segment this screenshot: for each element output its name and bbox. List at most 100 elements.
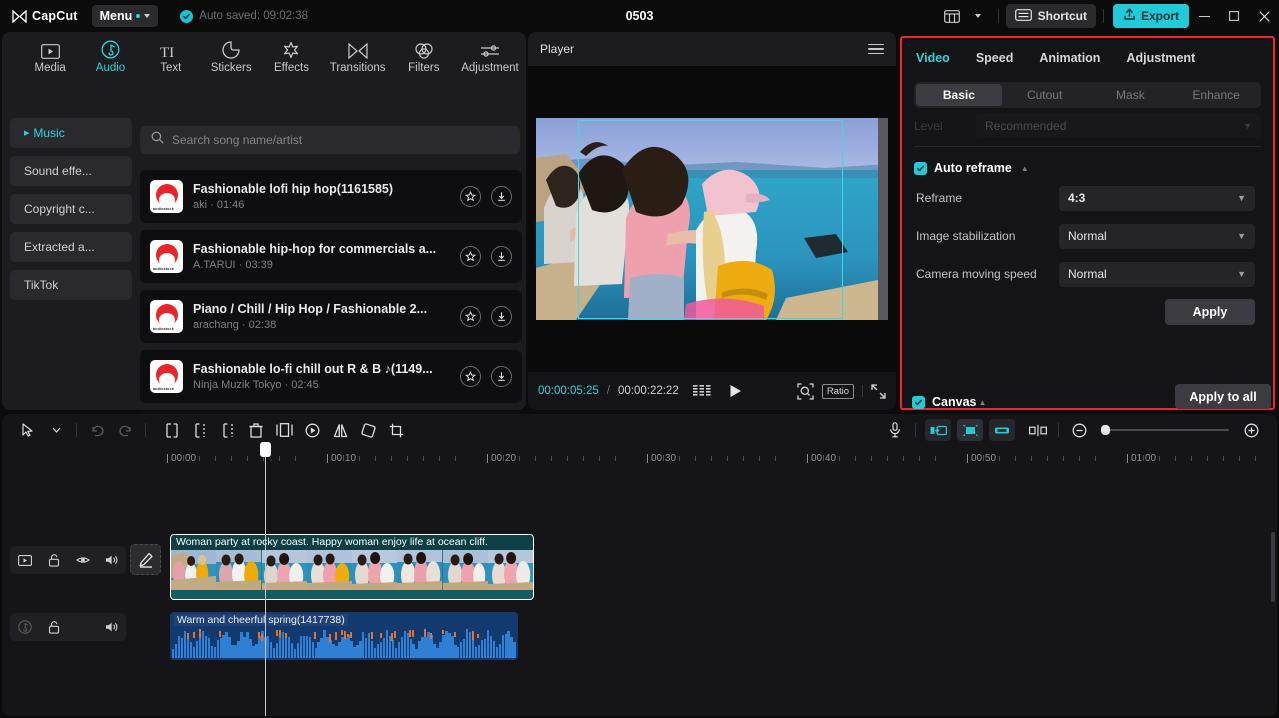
- favorite-star-icon[interactable]: [460, 366, 481, 387]
- download-icon[interactable]: [491, 246, 512, 267]
- undo-icon[interactable]: [83, 418, 111, 442]
- list-item[interactable]: audiostock Piano / Chill / Hip Hop / Fas…: [140, 290, 522, 343]
- layout-icon[interactable]: [939, 4, 965, 28]
- shortcut-button[interactable]: Shortcut: [1005, 4, 1096, 28]
- tab-animation[interactable]: Animation: [1039, 51, 1100, 65]
- list-item[interactable]: audiostock Fashionable lo-fi chill out R…: [140, 350, 522, 403]
- fit-left-icon[interactable]: [925, 419, 951, 441]
- tab-media[interactable]: Media: [20, 40, 80, 74]
- tab-adjustment[interactable]: Adjustment: [1126, 51, 1195, 65]
- play-icon[interactable]: [729, 384, 742, 398]
- category-sound-effects[interactable]: Sound effe...: [10, 156, 132, 186]
- collapse-chevron-icon[interactable]: ▲: [1021, 164, 1029, 173]
- tab-audio[interactable]: Audio: [80, 40, 140, 74]
- microphone-icon[interactable]: [881, 418, 909, 442]
- zoom-slider[interactable]: [1101, 425, 1229, 435]
- minimize-button[interactable]: [1189, 0, 1219, 32]
- keyframe-icon[interactable]: [298, 418, 326, 442]
- pencil-edit-icon[interactable]: [130, 544, 161, 575]
- song-list[interactable]: audiostock Fashionable lofi hip hop(1161…: [140, 170, 522, 442]
- list-item[interactable]: audiostock Fashionable lofi hip hop(1161…: [140, 170, 522, 223]
- camera-moving-speed-select[interactable]: Normal ▼: [1059, 261, 1255, 287]
- search-bar[interactable]: [140, 126, 520, 154]
- apply-to-all-button[interactable]: Apply to all: [1175, 384, 1271, 409]
- tab-filters[interactable]: Filters: [394, 40, 454, 74]
- playhead[interactable]: [260, 442, 271, 716]
- auto-reframe-checkbox[interactable]: [914, 161, 927, 175]
- zoom-in-icon[interactable]: [1237, 418, 1265, 442]
- image-stabilization-select[interactable]: Normal ▼: [1059, 223, 1255, 249]
- segment-enhance[interactable]: Enhance: [1173, 84, 1259, 106]
- layout-chevron-icon[interactable]: [965, 4, 991, 28]
- audio-clip[interactable]: Warm and cheerful spring(1417738): [170, 612, 518, 660]
- split-right-icon[interactable]: [214, 418, 242, 442]
- close-button[interactable]: [1249, 0, 1279, 32]
- tab-stickers[interactable]: Stickers: [201, 40, 261, 74]
- frames-icon[interactable]: [692, 384, 711, 398]
- volume-icon[interactable]: [102, 617, 122, 637]
- segment-basic[interactable]: Basic: [916, 84, 1002, 106]
- zoom-slider-handle[interactable]: [1101, 425, 1110, 435]
- volume-icon[interactable]: [102, 550, 122, 570]
- category-copyright[interactable]: Copyright c...: [10, 194, 132, 224]
- tab-effects[interactable]: Effects: [261, 40, 321, 74]
- split-left-icon[interactable]: [158, 418, 186, 442]
- apply-button[interactable]: Apply: [1165, 299, 1255, 325]
- redo-icon[interactable]: [111, 418, 139, 442]
- freeze-frame-icon[interactable]: [270, 418, 298, 442]
- collapse-chevron-icon[interactable]: ▲: [978, 398, 986, 407]
- category-extracted-audio[interactable]: Extracted a...: [10, 232, 132, 262]
- search-input[interactable]: [172, 133, 509, 147]
- fullscreen-icon[interactable]: [871, 383, 886, 399]
- export-button[interactable]: Export: [1112, 4, 1189, 28]
- fit-right-icon[interactable]: [989, 419, 1015, 441]
- split-icon[interactable]: [186, 418, 214, 442]
- favorite-star-icon[interactable]: [460, 246, 481, 267]
- link-toggle-icon[interactable]: [1024, 418, 1052, 442]
- tab-text[interactable]: TI Text: [141, 40, 201, 74]
- playhead-handle[interactable]: [260, 442, 271, 457]
- segment-mask[interactable]: Mask: [1088, 84, 1174, 106]
- autosave-status: Auto saved: 09:02:38: [180, 9, 308, 23]
- level-select[interactable]: Recommended ▼: [976, 114, 1261, 138]
- menu-button[interactable]: Menu: [91, 5, 159, 27]
- video-clip[interactable]: Woman party at rocky coast. Happy woman …: [170, 534, 534, 600]
- maximize-button[interactable]: [1219, 0, 1249, 32]
- download-icon[interactable]: [491, 186, 512, 207]
- reframe-select[interactable]: 4:3 ▼: [1059, 185, 1255, 211]
- audio-icon: [101, 40, 120, 59]
- rotate-icon[interactable]: [354, 418, 382, 442]
- ratio-button[interactable]: Ratio: [821, 383, 854, 399]
- tab-transitions[interactable]: Transitions: [322, 40, 394, 74]
- player-menu-icon[interactable]: [868, 43, 884, 55]
- divider: [76, 423, 77, 437]
- list-item[interactable]: audiostock Fashionable hip-hop for comme…: [140, 230, 522, 283]
- reframe-crop-box[interactable]: [578, 120, 843, 319]
- category-music[interactable]: ▶ Music: [10, 118, 132, 148]
- category-tiktok[interactable]: TikTok: [10, 270, 132, 300]
- tab-speed[interactable]: Speed: [976, 51, 1014, 65]
- timeline-scrollbar[interactable]: [1271, 532, 1275, 602]
- favorite-star-icon[interactable]: [460, 186, 481, 207]
- lock-icon[interactable]: [44, 550, 64, 570]
- download-icon[interactable]: [491, 366, 512, 387]
- crop-zoom-icon[interactable]: [797, 382, 814, 400]
- mirror-icon[interactable]: [326, 418, 354, 442]
- tab-adjustment[interactable]: Adjustment: [454, 40, 526, 74]
- eye-icon[interactable]: [73, 550, 93, 570]
- favorite-star-icon[interactable]: [460, 306, 481, 327]
- canvas-checkbox[interactable]: [912, 395, 925, 409]
- timeline-ruler[interactable]: 00:00 00:10 00:20 00:30 00:40 00:50 01:0…: [127, 450, 1275, 472]
- download-icon[interactable]: [491, 306, 512, 327]
- song-subtitle: A.TARUI · 03:39: [193, 259, 273, 271]
- video-preview[interactable]: [536, 118, 888, 320]
- dropdown-caret-icon[interactable]: [42, 418, 70, 442]
- segment-cutout[interactable]: Cutout: [1002, 84, 1088, 106]
- select-arrow-icon[interactable]: [14, 418, 42, 442]
- lock-icon[interactable]: [44, 617, 64, 637]
- fit-all-icon[interactable]: [957, 419, 983, 441]
- crop-icon[interactable]: [382, 418, 410, 442]
- delete-icon[interactable]: [242, 418, 270, 442]
- tab-video[interactable]: Video: [916, 51, 950, 65]
- zoom-out-icon[interactable]: [1065, 418, 1093, 442]
